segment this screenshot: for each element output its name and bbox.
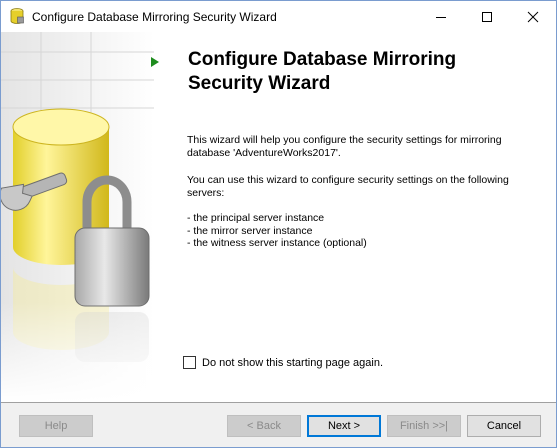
maximize-button[interactable] [464, 1, 510, 32]
window-title: Configure Database Mirroring Security Wi… [32, 10, 277, 24]
skip-start-page-option[interactable]: Do not show this starting page again. [183, 356, 383, 369]
finish-button[interactable]: Finish >>| [387, 415, 461, 437]
cancel-button[interactable]: Cancel [467, 415, 541, 437]
database-lock-wrench-illustration [1, 32, 154, 402]
back-button[interactable]: < Back [227, 415, 301, 437]
title-bar[interactable]: Configure Database Mirroring Security Wi… [1, 1, 556, 32]
next-button[interactable]: Next > [307, 415, 381, 437]
close-icon [527, 11, 539, 22]
button-bar: Help < Back Next > Finish >>| Cancel [1, 403, 556, 447]
page-title-line2: Security Wizard [188, 73, 331, 94]
minimize-button[interactable] [418, 1, 464, 32]
list-item: - the mirror server instance [187, 224, 313, 237]
server-list: - the principal server instance - the mi… [187, 212, 367, 250]
intro-paragraph: This wizard will help you configure the … [187, 134, 502, 159]
page-title: Configure Database Mirroring Security Wi… [188, 48, 518, 96]
list-item: - the witness server instance (optional) [187, 237, 367, 249]
close-button[interactable] [510, 1, 556, 32]
list-item: - the principal server instance [187, 212, 325, 224]
wizard-banner-image [1, 32, 154, 402]
database-icon [10, 8, 24, 25]
servers-paragraph: You can use this wizard to configure sec… [187, 174, 509, 199]
help-button[interactable]: Help [19, 415, 93, 437]
page-title-line1: Configure Database Mirroring [188, 49, 457, 70]
minimize-icon [436, 16, 446, 18]
green-arrow-icon [150, 56, 160, 71]
skip-start-page-checkbox[interactable] [183, 356, 196, 369]
skip-start-page-label[interactable]: Do not show this starting page again. [202, 357, 383, 369]
wizard-window: Configure Database Mirroring Security Wi… [0, 0, 557, 448]
maximize-icon [482, 11, 492, 22]
